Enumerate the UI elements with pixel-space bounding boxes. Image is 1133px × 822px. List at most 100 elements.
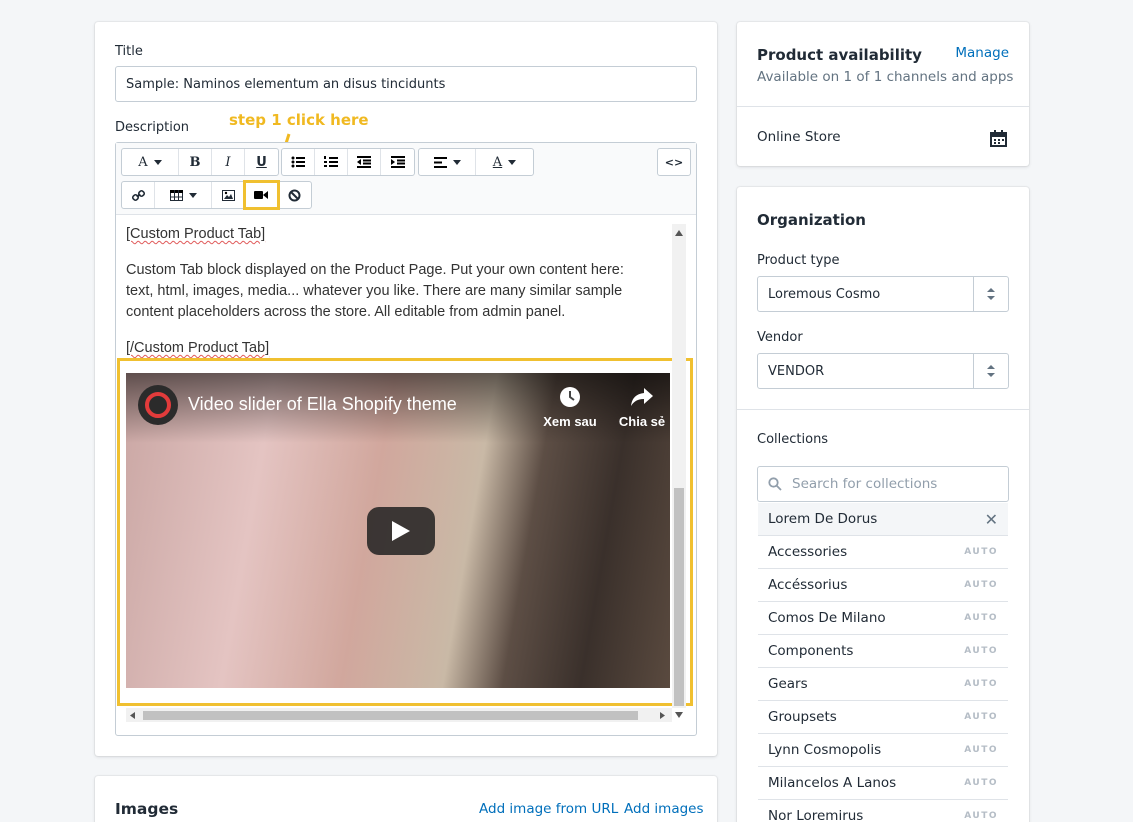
auto-badge: AUTO	[964, 547, 998, 557]
organization-divider	[737, 409, 1029, 410]
vertical-scrollbar[interactable]	[672, 224, 686, 708]
calendar-icon[interactable]	[990, 130, 1007, 147]
collection-item[interactable]: Gears AUTO	[758, 668, 1008, 701]
bullet-list-icon	[291, 156, 305, 168]
outdent-button[interactable]	[348, 149, 381, 175]
vendor-value: VENDOR	[768, 363, 825, 379]
align-color-group: A	[418, 148, 534, 176]
product-type-value: Loremous Cosmo	[768, 286, 881, 302]
numbered-list-icon	[324, 156, 338, 167]
video-button[interactable]	[243, 180, 280, 210]
collection-item[interactable]: Accessories AUTO	[758, 536, 1008, 569]
auto-badge: AUTO	[964, 646, 998, 656]
bullet-list-button[interactable]	[282, 149, 315, 175]
indent-icon	[390, 156, 405, 168]
title-label: Title	[115, 44, 143, 59]
collection-selected: Lorem De Dorus ✕	[758, 503, 1008, 536]
organization-heading: Organization	[757, 211, 866, 229]
images-heading: Images	[115, 800, 179, 818]
font-icon: A	[138, 154, 148, 170]
list-group	[281, 148, 415, 176]
vendor-select[interactable]: VENDOR	[757, 353, 1009, 389]
step-annotation: step 1 click here	[229, 111, 369, 129]
collection-item[interactable]: Nor Loremirus AUTO	[758, 800, 1008, 822]
share-arrow-icon	[631, 388, 653, 406]
text-style-group: A B I U	[121, 148, 279, 176]
editor-paragraph: [/Custom Product Tab]	[126, 340, 270, 356]
collection-name: Lynn Cosmopolis	[768, 742, 882, 758]
video-title[interactable]: Video slider of Ella Shopify theme	[188, 394, 457, 415]
collection-item[interactable]: Accéssorius AUTO	[758, 569, 1008, 602]
horizontal-scrollbar[interactable]	[126, 708, 672, 722]
auto-badge: AUTO	[964, 745, 998, 755]
add-images-link[interactable]: Add images	[624, 801, 704, 817]
indent-button[interactable]	[381, 149, 414, 175]
search-icon	[768, 477, 782, 491]
availability-card: Product availability Manage Available on…	[737, 22, 1029, 166]
collection-item[interactable]: Components AUTO	[758, 635, 1008, 668]
clock-icon	[560, 387, 580, 407]
scroll-down-icon[interactable]	[675, 712, 683, 718]
outdent-icon	[357, 156, 371, 168]
play-icon	[392, 521, 410, 541]
link-button[interactable]	[122, 182, 155, 208]
no-format-icon	[288, 189, 301, 201]
editor-paragraph: [Custom Product Tab]	[126, 226, 266, 242]
collection-item[interactable]: Groupsets AUTO	[758, 701, 1008, 734]
manage-link[interactable]: Manage	[955, 45, 1009, 61]
clear-format-button[interactable]	[278, 182, 311, 208]
collection-name: Gears	[768, 676, 808, 692]
collection-name: Groupsets	[768, 709, 837, 725]
product-type-select[interactable]: Loremous Cosmo	[757, 276, 1009, 312]
auto-badge: AUTO	[964, 712, 998, 722]
collection-item[interactable]: Comos De Milano AUTO	[758, 602, 1008, 635]
embedded-video[interactable]: Video slider of Ella Shopify theme Xem s…	[126, 373, 670, 688]
table-dropdown[interactable]	[155, 182, 212, 208]
collections-search[interactable]: Search for collections	[757, 466, 1009, 502]
scroll-left-icon[interactable]	[130, 712, 135, 719]
auto-badge: AUTO	[964, 679, 998, 689]
text-color-icon: A	[492, 154, 503, 170]
product-type-label: Product type	[757, 253, 840, 268]
description-label: Description	[115, 120, 190, 135]
collection-name: Comos De Milano	[768, 610, 886, 626]
collection-name: Accéssorius	[768, 577, 848, 593]
scroll-right-icon[interactable]	[660, 712, 665, 719]
availability-divider	[737, 106, 1029, 107]
channel-logo-icon	[145, 392, 171, 418]
play-button[interactable]	[367, 507, 435, 555]
font-dropdown[interactable]: A	[122, 149, 179, 175]
watch-later-button[interactable]: Xem sau	[542, 386, 598, 429]
collection-item[interactable]: Lynn Cosmopolis AUTO	[758, 734, 1008, 767]
numbered-list-button[interactable]	[315, 149, 348, 175]
channel-name: Online Store	[757, 129, 841, 145]
link-icon	[131, 189, 145, 201]
collections-label: Collections	[757, 432, 829, 447]
channel-avatar[interactable]	[138, 385, 178, 425]
table-icon	[169, 189, 183, 201]
text-color-dropdown[interactable]: A	[476, 149, 533, 175]
html-toggle[interactable]: <>	[657, 148, 691, 176]
editor-content[interactable]: [Custom Product Tab] Custom Tab block di…	[126, 224, 646, 359]
collection-name: Components	[768, 643, 854, 659]
italic-button[interactable]: I	[212, 149, 245, 175]
title-input[interactable]: Sample: Naminos elementum an disus tinci…	[115, 66, 697, 102]
underline-icon: U	[256, 154, 267, 170]
auto-badge: AUTO	[964, 613, 998, 623]
align-dropdown[interactable]	[419, 149, 476, 175]
collection-item[interactable]: Milancelos A Lanos AUTO	[758, 767, 1008, 800]
underline-button[interactable]: U	[245, 149, 278, 175]
h-scroll-thumb[interactable]	[143, 711, 638, 720]
share-button[interactable]: Chia sẻ	[614, 386, 670, 429]
select-arrows-icon	[973, 354, 1008, 388]
availability-subtext: Available on 1 of 1 channels and apps	[757, 69, 1014, 85]
collection-name: Milancelos A Lanos	[768, 775, 897, 791]
remove-collection-icon[interactable]: ✕	[985, 510, 998, 529]
scroll-up-icon[interactable]	[675, 230, 683, 236]
image-button[interactable]	[212, 182, 245, 208]
scroll-thumb[interactable]	[674, 488, 684, 706]
add-image-url-link[interactable]: Add image from URL	[479, 801, 618, 817]
editor-paragraph: Custom Tab block displayed on the Produc…	[126, 262, 624, 320]
collection-name: Accessories	[768, 544, 848, 560]
bold-button[interactable]: B	[179, 149, 212, 175]
